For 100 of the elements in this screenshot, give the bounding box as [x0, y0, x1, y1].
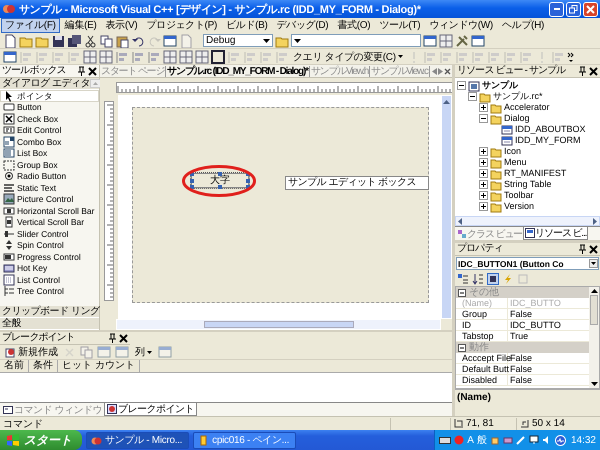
menu-bar-entry[interactable]: ビルド(B) [222, 18, 272, 33]
column-header[interactable]: ヒット カウント [58, 360, 140, 372]
menu-bar-entry[interactable]: プロジェクト(P) [142, 18, 221, 33]
window-icon[interactable] [423, 34, 437, 48]
expand-icon[interactable] [479, 180, 488, 189]
resize-handle[interactable] [218, 185, 222, 189]
pin-icon[interactable] [578, 244, 587, 254]
object-dropdown[interactable]: IDC_BUTTON1 (Button Co [456, 257, 599, 270]
monitor-icon[interactable] [528, 435, 539, 445]
window-icon[interactable] [3, 50, 17, 64]
keyboard-icon[interactable] [439, 435, 452, 445]
toolbox-item[interactable]: Tree Control [0, 286, 99, 297]
scrollbar[interactable] [455, 216, 600, 226]
property-value[interactable]: True [508, 331, 589, 341]
taskbar-button[interactable]: サンプル - Micro... [86, 432, 190, 448]
grid-icon[interactable] [439, 34, 453, 48]
combo-field[interactable] [291, 34, 421, 47]
toolbox-item[interactable]: Progress Control [0, 251, 99, 262]
menu-bar-entry[interactable]: ウィンドウ(W) [425, 18, 497, 33]
menu-bar-entry[interactable]: デバッグ(D) [272, 18, 332, 33]
collapse-icon[interactable] [457, 81, 466, 90]
toolbox-section[interactable]: クリップボード リング [0, 306, 99, 318]
close-icon[interactable] [444, 68, 451, 74]
expand-icon[interactable] [479, 147, 488, 156]
expand-icon[interactable] [479, 191, 488, 200]
scrollbar[interactable] [589, 287, 599, 388]
grid-icon[interactable] [163, 50, 177, 64]
menu-bar-entry[interactable]: 表示(V) [102, 18, 142, 33]
window-icon[interactable] [163, 34, 177, 48]
scrollbar-thumb[interactable] [204, 321, 354, 328]
toolbox-item[interactable]: Radio Button [0, 170, 99, 182]
toolbox-item[interactable]: Edit Control [0, 124, 99, 136]
scroll-right-icon[interactable] [438, 68, 443, 74]
close-icon[interactable] [589, 244, 598, 254]
maximize-button[interactable] [566, 2, 581, 16]
grid-icon[interactable] [99, 50, 113, 64]
expand-icon[interactable] [479, 158, 488, 167]
close-button[interactable] [583, 2, 598, 16]
column-header[interactable]: 条件 [29, 360, 58, 372]
column-header[interactable]: 名前 [0, 360, 29, 372]
grid-icon[interactable] [195, 50, 209, 64]
tree-item[interactable]: String Table [455, 179, 600, 190]
toolbox-item[interactable]: Button [0, 102, 99, 113]
toolbox-item[interactable]: Picture Control [0, 194, 99, 205]
tree-item[interactable]: サンプル [455, 80, 600, 91]
collapse-icon[interactable] [479, 114, 488, 123]
property-value[interactable]: IDC_BUTTO [508, 320, 589, 330]
tree-item[interactable]: IDD_ABOUTBOX [455, 124, 600, 135]
toolbox-item[interactable]: Horizontal Scroll Bar [0, 205, 99, 216]
copy-icon[interactable] [99, 34, 113, 48]
tree-item[interactable]: Accelerator [455, 102, 600, 113]
pin-icon[interactable] [77, 66, 86, 76]
disks-icon[interactable] [67, 34, 81, 48]
cup-icon[interactable] [490, 435, 500, 445]
scrollbar-thumb[interactable] [590, 295, 598, 325]
close-icon[interactable] [589, 66, 598, 76]
resize-handle[interactable] [218, 172, 222, 176]
configuration-dropdown[interactable]: Debug [203, 34, 273, 47]
menu-bar-entry[interactable]: ファイル(F) [1, 18, 60, 33]
sort-icon[interactable] [472, 272, 484, 284]
property-value[interactable]: False [508, 309, 589, 319]
tree-item[interactable]: Menu [455, 157, 600, 168]
expand-icon[interactable] [479, 202, 488, 211]
toolbox-item[interactable]: Hot Key [0, 262, 99, 274]
tree-item[interactable]: RT_MANIFEST [455, 168, 600, 179]
grid-icon[interactable] [179, 50, 193, 64]
box-icon[interactable] [502, 435, 513, 445]
tree-item[interactable]: Toolbar [455, 190, 600, 201]
collapse-icon[interactable] [468, 92, 477, 101]
paste-icon[interactable] [115, 34, 129, 48]
toolbox-item[interactable]: Static Text [0, 182, 99, 194]
close-icon[interactable] [88, 66, 97, 76]
scroll-left-icon[interactable] [432, 68, 437, 74]
columns-button[interactable]: 列 [133, 345, 154, 359]
clock-icon[interactable] [554, 434, 566, 446]
panel-tab[interactable]: リソース ビ... [523, 227, 588, 240]
tree-item[interactable]: Icon [455, 146, 600, 157]
minimize-button[interactable] [549, 2, 564, 16]
toolbox-item[interactable]: Group Box [0, 159, 99, 170]
close-icon[interactable] [119, 334, 128, 342]
menu-bar-entry[interactable]: 書式(O) [333, 18, 374, 33]
menu-bar-entry[interactable]: ツール(T) [375, 18, 424, 33]
dialog-button[interactable]: 大字 [191, 173, 249, 188]
tree-item[interactable]: サンプル.rc* [455, 91, 600, 102]
document-tab[interactable]: サンプル.rc (IDD_MY_FORM - Dialog)* [166, 66, 310, 76]
chevron-icon[interactable] [566, 50, 575, 62]
pin-icon[interactable] [578, 66, 587, 76]
property-value[interactable]: False [508, 375, 589, 385]
toolbox-item[interactable]: List Control [0, 274, 99, 286]
panel-tab[interactable]: ブレークポイント [104, 403, 197, 416]
properties-icon[interactable] [487, 272, 499, 284]
pin-icon[interactable] [108, 333, 117, 343]
expand-icon[interactable] [479, 169, 488, 178]
categorized-icon[interactable] [457, 272, 469, 284]
toolbox-item[interactable]: Spin Control [0, 240, 99, 251]
taskbar-button[interactable]: cpic016 - ペイン... [193, 432, 296, 448]
tree-item[interactable]: Version [455, 201, 600, 212]
expand-icon[interactable] [479, 103, 488, 112]
grid-icon[interactable] [83, 50, 97, 64]
scissors-icon[interactable] [83, 34, 97, 48]
